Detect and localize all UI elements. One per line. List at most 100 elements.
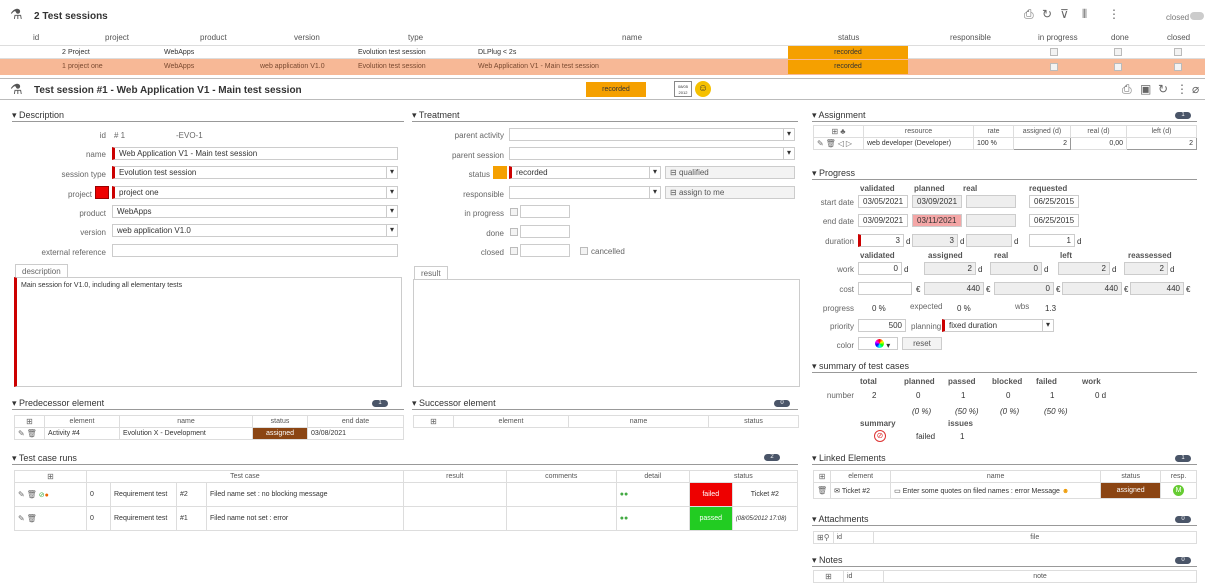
list-title: 2 Test sessions (34, 11, 108, 22)
table-row[interactable]: ✎ 🗑 Activity #4 Evolution X - Development a… (14, 427, 404, 440)
requested-end-date[interactable]: 06/25/2015 (1029, 214, 1079, 227)
status-color (493, 166, 507, 179)
table-row[interactable]: ✎ 🗑 0 Requirement test #1 Filed name not set… (14, 506, 799, 531)
closed-checkbox[interactable] (510, 247, 518, 255)
comment-icon: ●● (619, 515, 629, 522)
real-end-date (966, 214, 1016, 227)
external-reference-field[interactable] (112, 244, 398, 257)
session-type-select[interactable]: Evolution test session (112, 166, 398, 179)
validated-start-date[interactable]: 03/05/2021 (858, 195, 908, 208)
summary-section[interactable]: ▾ summary of test cases (812, 361, 1197, 373)
share-icon: ◁ (837, 139, 844, 148)
tab-result[interactable]: result (414, 266, 448, 279)
description-editor[interactable]: Main session for V1.0, including all ele… (14, 277, 402, 387)
detail-title: Test session #1 - Web Application V1 - M… (34, 85, 302, 96)
more-icon[interactable]: ⋮ (1176, 82, 1188, 96)
filter-icon[interactable]: ⊽ (1060, 7, 1069, 21)
parent-session-select[interactable] (509, 147, 795, 160)
attachments-section[interactable]: ▾ Attachments (812, 514, 1197, 526)
table-row-selected[interactable]: 1 project one WebApps web application V1… (0, 59, 1205, 75)
status-badge: assigned (1100, 482, 1162, 499)
done-date[interactable] (520, 225, 570, 238)
planned-duration: 3 (912, 234, 958, 247)
delete-icon: 🗑 (26, 429, 37, 438)
users-icon: ♣ (840, 127, 846, 136)
planned-start-date: 03/09/2021 (912, 195, 962, 208)
add-icon[interactable]: ⊞ (819, 472, 826, 481)
comment-icon: ▭ (894, 487, 903, 495)
table-row[interactable]: ✎ 🗑 ◁ ▷ web developer (Developer) 100 % 2 0,… (813, 137, 1197, 150)
in-progress-date[interactable] (520, 205, 570, 218)
reset-button[interactable]: reset (902, 337, 942, 350)
description-section[interactable]: ▾ Description (12, 110, 404, 122)
product-select[interactable]: WebApps (112, 205, 398, 218)
print-icon[interactable]: ⎙ (1122, 82, 1132, 97)
more-icon[interactable]: ⋮ (1108, 7, 1120, 21)
parent-activity-select[interactable] (509, 128, 795, 141)
user-icon: ⊟ (670, 188, 679, 197)
table-row[interactable]: 2 Project WebApps Evolution test session… (0, 45, 1205, 59)
reassessed-work: 2 (1124, 262, 1168, 275)
tab-description[interactable]: description (15, 264, 68, 277)
successor-section[interactable]: ▾ Successor element (412, 398, 798, 410)
add-icon[interactable]: ⊞ (47, 472, 54, 481)
cancelled-checkbox[interactable] (580, 247, 588, 255)
edit-icon: ✎ (817, 139, 824, 148)
closed-toggle[interactable] (1190, 12, 1204, 20)
planning-select[interactable]: fixed duration (942, 319, 1054, 332)
status-select[interactable]: recorded (509, 166, 661, 179)
status-badge: recorded (788, 46, 908, 59)
color-picker[interactable]: ▾ (858, 337, 898, 350)
validated-end-date[interactable]: 03/09/2021 (858, 214, 908, 227)
refresh-icon[interactable]: ↻ (1158, 82, 1168, 96)
closed-date[interactable] (520, 244, 570, 257)
name-field[interactable]: Web Application V1 - Main test session (112, 147, 398, 160)
version-select[interactable]: web application V1.0 (112, 224, 398, 237)
flask-icon: ⚗ (10, 81, 23, 97)
project-select[interactable]: project one (112, 186, 398, 199)
save-icon[interactable]: ▣ (1140, 82, 1151, 96)
linked-elements-section[interactable]: ▾ Linked Elements (812, 453, 1197, 465)
smiley-icon: ☺ (695, 81, 711, 97)
assigned-work: 2 (924, 262, 976, 275)
predecessor-section[interactable]: ▾ Predecessor element (12, 398, 404, 410)
refresh-icon[interactable]: ↻ (1042, 7, 1052, 21)
table-row[interactable]: 🗑 ✉ Ticket #2 ▭ Enter some quotes on filed… (812, 482, 1197, 499)
in-progress-checkbox[interactable] (510, 208, 518, 216)
validated-duration[interactable]: 3 (858, 234, 904, 247)
qualified-button[interactable]: ⊟ qualified (665, 166, 795, 179)
assign-to-me-button[interactable]: ⊟ assign to me (665, 186, 795, 199)
requested-start-date[interactable]: 06/25/2015 (1029, 195, 1079, 208)
add-icon[interactable]: ⊞ (26, 417, 33, 426)
responsible-select[interactable] (509, 186, 661, 199)
priority-field[interactable]: 500 (858, 319, 906, 332)
play-icon: ▷ (845, 139, 853, 148)
attach-icon[interactable]: ⌀ (1192, 82, 1199, 96)
done-checkbox[interactable] (510, 228, 518, 236)
result-editor[interactable] (413, 279, 800, 387)
comment-icon: ●● (619, 491, 629, 498)
notes-section[interactable]: ▾ Notes (812, 555, 1197, 567)
add-icon[interactable]: ⊞ (430, 417, 437, 426)
delete-icon: 🗑 (817, 486, 828, 495)
progress-section[interactable]: ▾ Progress (812, 168, 1197, 180)
requested-duration[interactable]: 1 (1029, 234, 1075, 247)
flask-icon: ⚗ (10, 6, 23, 22)
assignment-section[interactable]: ▾ Assignment (812, 110, 1197, 122)
color-wheel-icon (875, 339, 884, 348)
add-icon[interactable]: ⊞ (825, 572, 832, 581)
treatment-section[interactable]: ▾ Treatment (412, 110, 798, 122)
smiley-icon: ☻ (1061, 487, 1070, 495)
test-case-runs-section[interactable]: ▾ Test case runs (12, 453, 798, 465)
columns-icon[interactable]: ⫴ (1082, 7, 1087, 22)
real-duration (966, 234, 1012, 247)
validated-work[interactable]: 0 (858, 262, 902, 275)
status-badge: recorded (788, 60, 908, 74)
calendar-icon: 08/05 2012 (674, 81, 692, 97)
add-icon[interactable]: ⊞ (817, 533, 824, 542)
print-icon[interactable]: ⎙ (1024, 7, 1034, 22)
validated-cost[interactable] (858, 282, 912, 295)
table-row[interactable]: ✎ 🗑 ⊘● 0 Requirement test #2 Filed name set … (14, 482, 799, 507)
real-start-date (966, 195, 1016, 208)
add-icon[interactable]: ⊞ (832, 127, 839, 136)
